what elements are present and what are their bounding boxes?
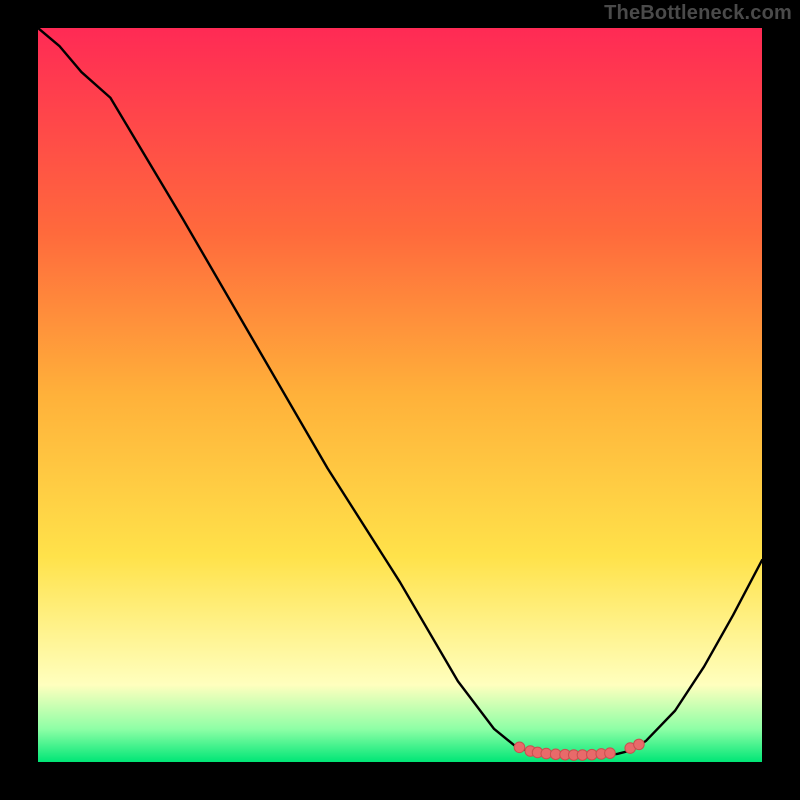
gradient-background bbox=[38, 28, 762, 762]
optimal-marker bbox=[605, 748, 616, 759]
plot-area bbox=[38, 28, 762, 762]
optimal-marker bbox=[634, 739, 645, 750]
watermark-text: TheBottleneck.com bbox=[604, 2, 792, 25]
optimal-marker bbox=[514, 742, 525, 753]
chart-frame: TheBottleneck.com bbox=[0, 0, 800, 800]
bottleneck-chart bbox=[38, 28, 762, 762]
